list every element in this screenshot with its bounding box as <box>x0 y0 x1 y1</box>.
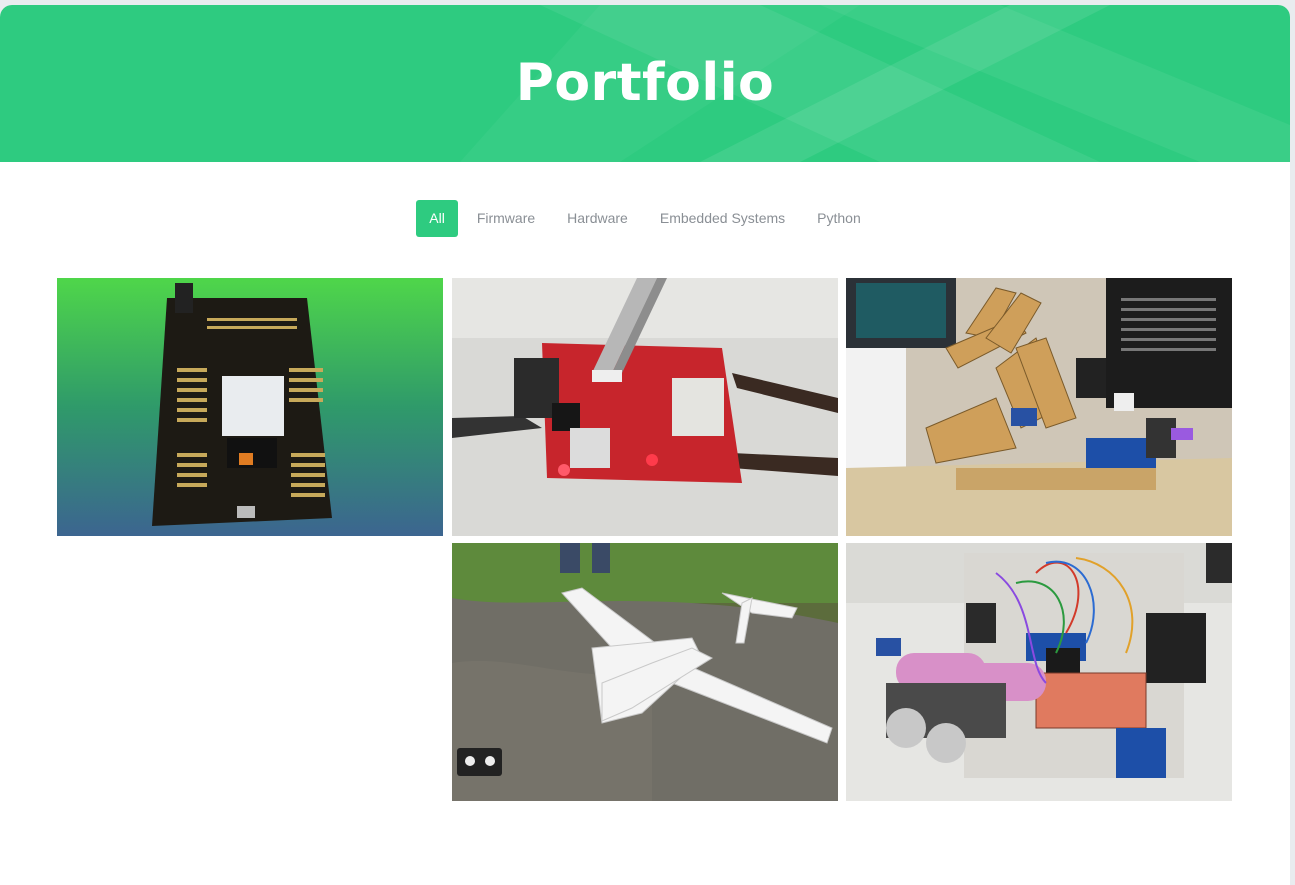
robot-car-image <box>846 543 1232 801</box>
portfolio-item-esp32-pcb-board[interactable] <box>57 278 443 536</box>
rc-airplane-image <box>452 543 838 801</box>
portfolio-filters: All Firmware Hardware Embedded Systems P… <box>0 200 1290 237</box>
robotic-arm-image <box>846 278 1232 536</box>
filter-embedded-systems[interactable]: Embedded Systems <box>647 200 798 237</box>
filter-firmware[interactable]: Firmware <box>464 200 548 237</box>
pcb-board-image <box>57 278 443 536</box>
portfolio-item-red-iot-board[interactable] <box>452 278 838 536</box>
page-title: Portfolio <box>515 53 775 113</box>
page: Portfolio All Firmware Hardware Embedded… <box>0 5 1290 885</box>
portfolio-header: Portfolio <box>0 5 1290 162</box>
portfolio-item-robotic-arm[interactable] <box>846 278 1232 536</box>
filter-all[interactable]: All <box>416 200 458 237</box>
filter-python[interactable]: Python <box>804 200 874 237</box>
red-board-image <box>452 278 838 536</box>
portfolio-item-rc-airplane[interactable] <box>452 543 838 801</box>
portfolio-item-robot-car[interactable] <box>846 543 1232 801</box>
filter-hardware[interactable]: Hardware <box>554 200 641 237</box>
